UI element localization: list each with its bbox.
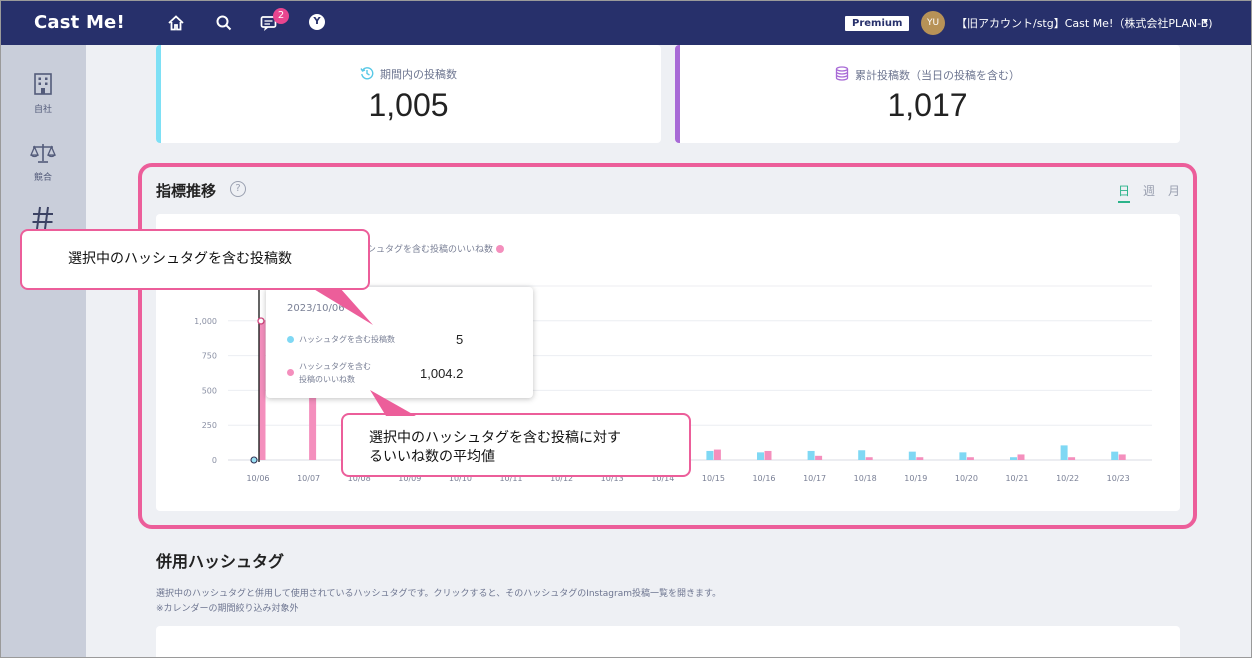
related-hashtags-title: 併用ハッシュタグ [156, 552, 285, 571]
plan-badge: Premium [845, 16, 910, 31]
related-note: ※カレンダーの期間絞り込み対象外 [156, 604, 299, 614]
sidebar: 自社 競合 [0, 45, 86, 658]
stat-label: 累計投稿数（当日の投稿を含む） [675, 66, 1180, 83]
tab-week[interactable]: 週 [1143, 182, 1155, 199]
chart-tooltip: 2023/10/06 ハッシュタグを含む投稿数 5 ハッシュタグを含む 投稿のいい… [266, 287, 533, 398]
help-icon[interactable]: ? [230, 181, 246, 197]
stat-label: 期間内の投稿数 [156, 66, 661, 82]
callout-likes-line: るいいね数の平均値 [369, 449, 495, 465]
tooltip-likes-value: 1,004.2 [420, 366, 464, 381]
hashtag-icon [32, 206, 53, 230]
sidebar-item-label: 自社 [33, 105, 52, 115]
tooltip-row-label: ハッシュタグを含む [299, 362, 371, 371]
tab-day[interactable]: 日 [1118, 182, 1131, 203]
scale-icon [30, 144, 56, 163]
stat-value: 1,005 [368, 87, 449, 123]
stat-card-total-posts: 累計投稿数（当日の投稿を含む） 1,017 [675, 45, 1180, 143]
home-icon[interactable] [166, 13, 186, 33]
database-icon [835, 66, 849, 81]
callout-likes-line: 選択中のハッシュタグを含む投稿に対す [369, 430, 621, 446]
stat-label-text: 累計投稿数（当日の投稿を含む） [855, 69, 1020, 82]
related-description: 選択中のハッシュタグと併用して使用されているハッシュタグです。クリックすると、そ… [156, 589, 722, 599]
tooltip-row-posts: ハッシュタグを含む投稿数 [287, 334, 395, 345]
trend-title: 指標推移 [156, 182, 217, 200]
app-logo[interactable]: Cast Me! [34, 12, 125, 33]
search-icon[interactable] [214, 13, 234, 33]
chevron-down-icon[interactable] [1202, 19, 1208, 23]
history-icon [360, 67, 374, 80]
callout-likes-text: 選択中のハッシュタグを含む投稿に対す るいいね数の平均値 [369, 429, 621, 467]
sidebar-item-label: 競合 [33, 173, 52, 183]
stat-label-text: 期間内の投稿数 [380, 68, 457, 81]
tooltip-row-likes: ハッシュタグを含む 投稿のいいね数 [287, 360, 371, 386]
building-icon [34, 73, 52, 95]
stat-card-period-posts: 期間内の投稿数 1,005 [156, 45, 661, 143]
callout-posts: 選択中のハッシュタグを含む投稿数 [20, 229, 370, 290]
coin-icon[interactable]: Y [309, 14, 325, 30]
tooltip-row-label: ハッシュタグを含む投稿数 [299, 335, 395, 344]
sidebar-item-own[interactable]: 自社 [0, 72, 86, 115]
posts-dot [287, 336, 294, 343]
callout-likes: 選択中のハッシュタグを含む投稿に対す るいいね数の平均値 [341, 413, 691, 477]
avatar[interactable]: YU [921, 11, 945, 35]
tooltip-date: 2023/10/06 [287, 303, 345, 314]
tooltip-posts-value: 5 [456, 332, 464, 347]
account-name[interactable]: 【旧アカウント/stg】Cast Me!（株式会社PLAN-B) [956, 15, 1213, 31]
stat-value: 1,017 [887, 87, 968, 123]
sidebar-item-competitor[interactable]: 競合 [0, 142, 86, 183]
related-hashtags-card [156, 626, 1180, 658]
tab-month[interactable]: 月 [1168, 182, 1180, 199]
likes-dot [287, 369, 294, 376]
tooltip-row-label: 投稿のいいね数 [299, 375, 355, 384]
notification-badge: 2 [273, 8, 289, 24]
top-bar: Cast Me! 2 Y Premium YU 【旧アカウント/stg】Cast… [0, 0, 1252, 45]
callout-posts-text: 選択中のハッシュタグを含む投稿数 [68, 251, 292, 267]
